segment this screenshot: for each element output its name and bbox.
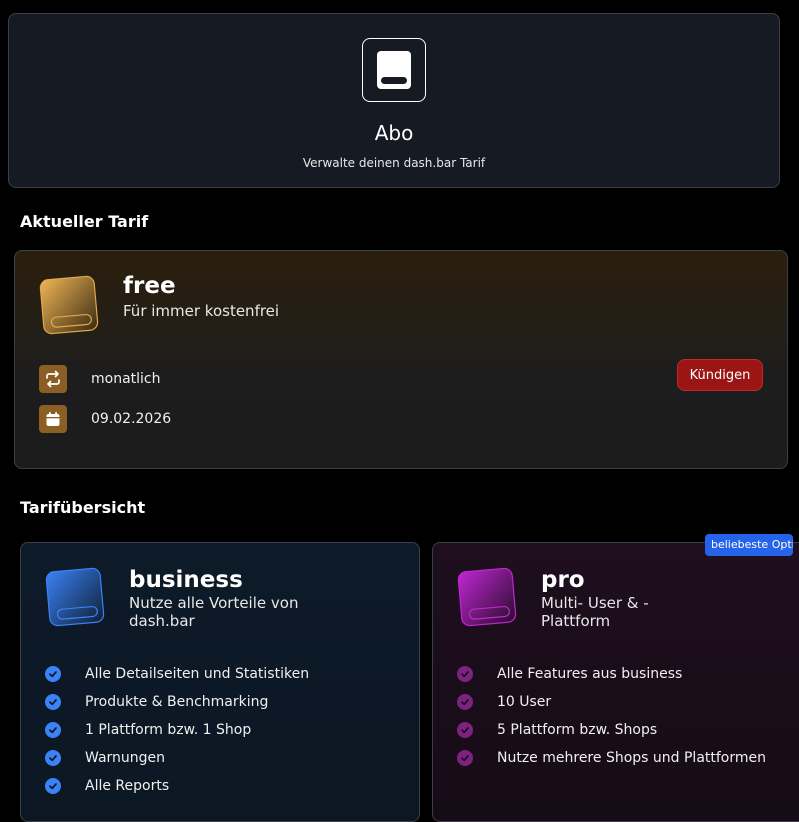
feature-item: Warnungen xyxy=(45,750,165,766)
business-plan-card[interactable]: business Nutze alle Vorteile von dash.ba… xyxy=(20,542,420,822)
feature-text: Alle Features aus business xyxy=(497,666,683,682)
feature-item: Produkte & Benchmarking xyxy=(45,694,268,710)
feature-item: 10 User xyxy=(457,694,551,710)
check-circle-icon xyxy=(45,694,61,710)
feature-text: Alle Reports xyxy=(85,778,170,794)
check-circle-icon xyxy=(457,722,473,738)
feature-text: 10 User xyxy=(497,694,552,710)
business-plan-description: Nutze alle Vorteile von dash.bar xyxy=(129,594,299,630)
feature-text: Alle Detailseiten und Statistiken xyxy=(85,666,310,682)
check-circle-icon xyxy=(457,750,473,766)
current-plan-description: Für immer kostenfrei xyxy=(123,302,280,320)
renewal-date: 09.02.2026 xyxy=(91,411,172,427)
feature-text: 5 Plattform bzw. Shops xyxy=(497,722,658,738)
feature-text: Nutze mehrere Shops und Plattformen xyxy=(497,750,767,766)
feature-item: Alle Reports xyxy=(45,778,169,794)
pro-plan-description: Multi- User & -Plattform xyxy=(541,594,649,630)
current-plan-name: free xyxy=(123,273,176,299)
check-circle-icon xyxy=(45,666,61,682)
check-circle-icon xyxy=(45,750,61,766)
check-circle-icon xyxy=(457,666,473,682)
header-card: Abo Verwalte deinen dash.bar Tarif xyxy=(8,13,780,188)
billing-interval: monatlich xyxy=(91,371,161,387)
repeat-icon xyxy=(39,365,67,393)
free-tier-icon xyxy=(39,275,99,335)
business-tier-icon xyxy=(45,567,105,627)
business-plan-name: business xyxy=(129,567,243,593)
subscription-icon xyxy=(362,38,426,102)
calendar-icon xyxy=(39,405,67,433)
check-circle-icon xyxy=(45,778,61,794)
pro-tier-icon xyxy=(457,567,517,627)
page-subtitle: Verwalte deinen dash.bar Tarif xyxy=(302,156,486,170)
pro-plan-name: pro xyxy=(541,567,585,593)
pro-plan-card[interactable]: pro Multi- User & -Plattform Alle Featur… xyxy=(432,542,799,822)
feature-item: 1 Plattform bzw. 1 Shop xyxy=(45,722,251,738)
check-circle-icon xyxy=(457,694,473,710)
page-title: Abo xyxy=(374,121,414,145)
feature-item: Alle Features aus business xyxy=(457,666,682,682)
check-circle-icon xyxy=(45,722,61,738)
feature-text: Produkte & Benchmarking xyxy=(85,694,269,710)
feature-item: Alle Detailseiten und Statistiken xyxy=(45,666,309,682)
feature-item: 5 Plattform bzw. Shops xyxy=(457,722,657,738)
cancel-subscription-button[interactable]: Kündigen xyxy=(677,359,763,391)
current-plan-heading: Aktueller Tarif xyxy=(20,212,149,231)
feature-text: Warnungen xyxy=(85,750,166,766)
popular-option-badge: beliebeste Option xyxy=(705,534,793,556)
current-plan-card: free Für immer kostenfrei monatlich 09.0… xyxy=(14,250,788,469)
feature-item: Nutze mehrere Shops und Plattformen xyxy=(457,750,766,766)
plan-overview-heading: Tarifübersicht xyxy=(20,498,146,517)
feature-text: 1 Plattform bzw. 1 Shop xyxy=(85,722,252,738)
